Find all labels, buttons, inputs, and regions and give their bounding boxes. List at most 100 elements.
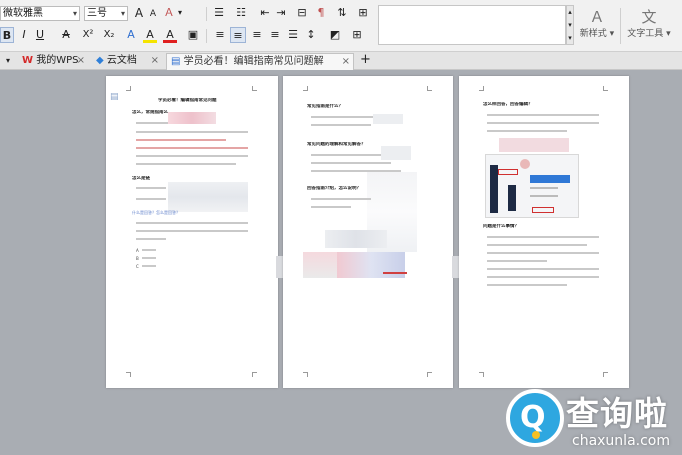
text-line [136, 238, 166, 240]
corner-mark [303, 86, 308, 91]
table-button[interactable]: ⊞ [356, 5, 370, 21]
close-icon[interactable]: × [151, 53, 159, 69]
list-item: C [136, 264, 139, 269]
numbering-button[interactable]: ☷ [233, 5, 249, 21]
bold-button[interactable]: B [0, 27, 14, 43]
chinese-layout-button[interactable]: ⊟ [295, 5, 309, 21]
shrink-font-button[interactable]: A [147, 6, 159, 22]
corner-mark [603, 86, 608, 91]
close-icon[interactable]: × [77, 53, 85, 69]
line-spacing-button[interactable]: ↕ [304, 27, 318, 43]
text-tools-button[interactable]: 文 文字工具 ▾ [624, 8, 674, 39]
list-item: B [136, 256, 139, 261]
new-style-label: 新样式 [579, 29, 607, 39]
font-color-icon: A [166, 28, 174, 41]
blurred-region [168, 182, 248, 212]
section-heading: 怎么样回答，回答编辑？ [483, 102, 533, 107]
bullets-button[interactable]: ☰ [211, 5, 227, 21]
table-icon: ⊞ [358, 6, 368, 19]
watermark-subtitle: chaxunla.com [572, 433, 670, 449]
cloud-icon: ◆ [96, 55, 104, 66]
increase-indent-button[interactable]: ⇥ [274, 5, 288, 21]
underline-button[interactable]: U [34, 27, 46, 43]
tab-label: 云文档 [106, 55, 137, 66]
align-right-button[interactable]: ≡ [250, 27, 264, 43]
decrease-indent-button[interactable]: ⇤ [258, 5, 272, 21]
strike-button[interactable]: A [60, 27, 72, 43]
divider [206, 7, 207, 21]
document-page-3[interactable]: 怎么样回答，回答编辑？ 问题是什么事情？ [459, 76, 629, 388]
style-icon: Ａ [589, 8, 605, 26]
sort-button[interactable]: ⇅ [335, 5, 349, 21]
font-color-button[interactable]: A [163, 27, 177, 43]
clear-format-icon: Ａ [163, 6, 175, 19]
align-left-button[interactable]: ≡ [213, 27, 227, 43]
text-line [487, 236, 599, 238]
text-line [487, 130, 567, 132]
menu-arrow[interactable]: ▾ [2, 53, 14, 70]
logo-dot [532, 431, 540, 439]
justify-button[interactable]: ≡ [268, 27, 282, 43]
bullets-icon: ☰ [214, 6, 224, 19]
corner-mark [252, 372, 257, 377]
bold-icon: B [2, 29, 12, 42]
blurred-region [499, 138, 569, 152]
dropdown-arrow[interactable]: ▾ [176, 5, 184, 21]
shading-button[interactable]: ◩ [328, 27, 342, 43]
text-line [487, 260, 547, 262]
paragraph-mark-icon: ¶ [317, 6, 325, 19]
borders-button[interactable]: ⊞ [350, 27, 364, 43]
text-line [142, 249, 156, 251]
search-q-icon: Q [520, 400, 546, 435]
corner-mark [303, 372, 308, 377]
style-scroll[interactable]: ▴ ▾ ▾ [566, 5, 574, 45]
section-heading: 什么是回答？怎么是回答？ [132, 210, 180, 215]
document-page-2[interactable]: 常见指南是什么？ 常见问题的理解和常见解答？ 回答指南介绍，怎么说明？ [283, 76, 453, 388]
watermark-logo: Q 查询啦 chaxunla.com [500, 383, 675, 455]
blurred-region [168, 112, 216, 124]
char-border-button[interactable]: ▣ [186, 27, 200, 43]
wps-logo-icon: W [22, 55, 34, 66]
distribute-button[interactable]: ☰ [286, 27, 300, 43]
screenshot-menu-item [530, 175, 570, 183]
text-line [487, 114, 599, 116]
text-effect-button[interactable]: A [124, 27, 138, 43]
shrink-font-icon: A [149, 9, 157, 19]
document-page-1[interactable]: ▤ 学员必看！编辑指南常见问题 怎么，常规指南么 怎么是链 什么是回答？怎么是回… [106, 76, 278, 388]
subscript-button[interactable]: X₂ [100, 27, 118, 43]
superscript-button[interactable]: X² [79, 27, 97, 43]
tab-my-wps[interactable]: W 我的WPS × [18, 53, 88, 70]
grow-font-button[interactable]: A [132, 5, 146, 21]
underline-icon: U [35, 28, 45, 41]
text-line [311, 198, 371, 200]
document-canvas[interactable]: ▤ 学员必看！编辑指南常见问题 怎么，常规指南么 怎么是链 什么是回答？怎么是回… [0, 70, 682, 449]
text-line [136, 230, 248, 232]
font-name-combo[interactable]: 微软雅黑 ▾ [0, 6, 80, 21]
text-line [311, 162, 391, 164]
page-nav-icon[interactable]: ▤ [110, 92, 119, 102]
italic-button[interactable]: I [18, 27, 30, 43]
new-tab-button[interactable]: + [356, 53, 371, 70]
blurred-region [325, 230, 387, 248]
text-tools-icon: 文 [641, 8, 657, 26]
italic-icon: I [22, 28, 26, 41]
text-line [136, 222, 248, 224]
section-heading: 问题是什么事情？ [483, 224, 519, 229]
style-gallery[interactable] [378, 5, 566, 45]
corner-mark [427, 86, 432, 91]
font-name-value: 微软雅黑 [3, 8, 43, 19]
font-size-combo[interactable]: 三号 ▾ [84, 6, 128, 21]
close-icon[interactable]: × [342, 54, 350, 70]
text-line [530, 187, 558, 189]
show-marks-button[interactable]: ¶ [314, 5, 328, 21]
page-title: 学员必看！编辑指南常见问题 [158, 98, 217, 103]
text-line [136, 131, 248, 133]
tab-cloud-docs[interactable]: ◆ 云文档 × [92, 53, 162, 70]
clear-format-button[interactable]: Ａ [162, 5, 176, 21]
divider [206, 29, 207, 43]
highlight-button[interactable]: A [143, 27, 157, 43]
align-center-button[interactable]: ≡ [230, 27, 246, 43]
tab-document[interactable]: ▤ 学员必看！编辑指南常见问题解答.docx × [166, 53, 354, 83]
new-style-button[interactable]: Ａ 新样式 ▾ [577, 8, 617, 39]
list-item: A [136, 248, 139, 253]
